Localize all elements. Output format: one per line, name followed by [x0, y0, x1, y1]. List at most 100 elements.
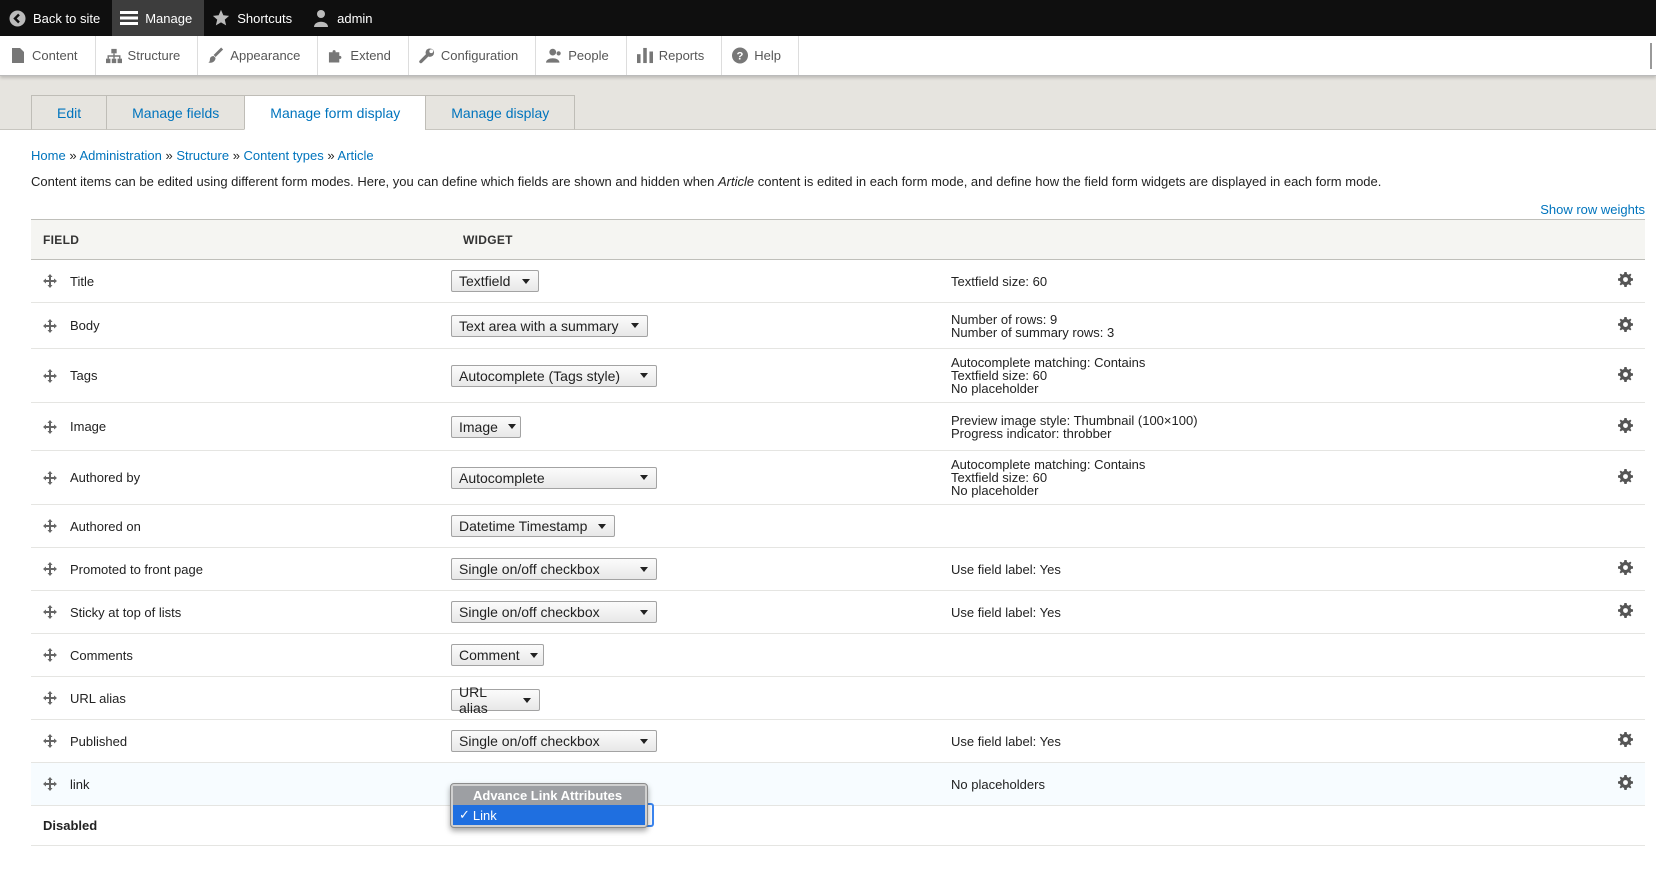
field-label: Authored on [70, 518, 141, 534]
breadcrumb-home[interactable]: Home [31, 148, 66, 163]
drag-handle-icon[interactable] [43, 368, 57, 383]
gear-icon[interactable] [1617, 316, 1633, 332]
shortcuts-tab[interactable]: Shortcuts [204, 0, 304, 36]
column-header-field: FIELD [31, 219, 451, 260]
widget-cell: Single on/off checkbox [451, 590, 951, 634]
tab-manage-fields[interactable]: Manage fields [106, 95, 246, 130]
chevron-down-icon [598, 523, 606, 529]
tray-orientation-handle[interactable] [1650, 36, 1656, 75]
tray-item-structure[interactable]: Structure [96, 36, 199, 75]
help-text-part: Content items can be edited using differ… [31, 174, 719, 189]
manage-tab[interactable]: Manage [112, 0, 205, 36]
field-label: Authored by [70, 470, 141, 485]
widget-summary-cell: Use field label: Yes [951, 719, 1605, 763]
drag-handle-icon[interactable] [43, 562, 57, 576]
widget-select[interactable]: Comment [451, 644, 544, 666]
breadcrumb-structure[interactable]: Structure [176, 148, 229, 163]
dropdown-option-label: Link [472, 807, 497, 823]
widget-select[interactable]: Text area with a summary [451, 314, 648, 337]
breadcrumb-content-types[interactable]: Content types [244, 148, 324, 163]
chevron-down-icon [640, 373, 648, 378]
table-row: Sticky at top of lists Single on/off chec… [31, 590, 1645, 634]
widget-summary-cell [951, 504, 1605, 548]
field-cell-inner: Authored on [43, 519, 451, 534]
widget-select[interactable]: Autocomplete [451, 466, 657, 489]
drag-handle-icon[interactable] [43, 648, 57, 662]
tab-manage-form-display[interactable]: Manage form display [244, 95, 427, 130]
settings-cell [1605, 450, 1645, 505]
gear-icon[interactable] [1617, 732, 1633, 747]
drag-handle-icon[interactable] [43, 318, 57, 333]
widget-summary-line: Progress indicator: throbber [951, 425, 1112, 441]
user-tab[interactable]: admin [304, 0, 384, 36]
tray-item-reports[interactable]: Reports [627, 36, 723, 75]
gear-icon[interactable] [1617, 366, 1633, 382]
tray-item-configuration[interactable]: Configuration [409, 36, 537, 75]
gear-icon[interactable] [1617, 560, 1633, 575]
widget-select[interactable]: Image [451, 415, 521, 438]
field-label: Sticky at top of lists [70, 604, 182, 620]
drag-handle-icon[interactable] [43, 519, 57, 533]
widget-summary-line: Preview image style: Thumbnail (100×100) [951, 412, 1198, 428]
widget-select-value: Comment [459, 647, 520, 663]
drag-handle-icon[interactable] [43, 605, 57, 619]
gear-icon[interactable] [1617, 272, 1633, 287]
drag-handle-icon[interactable] [43, 691, 57, 705]
tray-item-help[interactable]: ? Help [722, 36, 799, 75]
gear-icon[interactable] [1617, 417, 1633, 433]
tray-item-content[interactable]: Content [0, 36, 96, 75]
widget-select[interactable]: Single on/off checkbox [451, 730, 657, 752]
drag-handle-icon[interactable] [43, 734, 57, 748]
widget-select-value: Single on/off checkbox [459, 733, 600, 749]
chevron-down-icon [640, 566, 648, 572]
drag-handle-icon[interactable] [43, 470, 57, 485]
field-label: Promoted to front page [70, 561, 203, 577]
drag-handle-icon[interactable] [43, 419, 57, 434]
show-row-weights-link[interactable]: Show row weights [1540, 202, 1645, 217]
tray-item-people[interactable]: People [536, 36, 627, 75]
dropdown-option-link[interactable]: ✓ Link [453, 805, 645, 825]
dropdown-option-advance-link-attributes[interactable]: Advance Link Attributes [453, 786, 645, 805]
widget-select-value: Single on/off checkbox [459, 604, 600, 620]
field-cell: Authored by [31, 450, 451, 505]
breadcrumb-administration[interactable]: Administration [79, 148, 161, 163]
widget-summary-cell [951, 676, 1605, 720]
widget-select[interactable]: Single on/off checkbox [451, 558, 657, 580]
back-to-site-link[interactable]: Back to site [0, 0, 112, 36]
field-label: Tags [70, 368, 98, 383]
widget-select[interactable]: Textfield [451, 270, 539, 292]
gear-icon[interactable] [1617, 468, 1633, 484]
field-cell-inner: Tags [43, 368, 451, 383]
tray-item-label: Appearance [230, 48, 301, 63]
row-weights-toggle-wrapper: Show row weights [31, 202, 1645, 219]
tray-item-appearance[interactable]: Appearance [198, 36, 319, 75]
widget-summary-line: Textfield size: 60 [951, 273, 1048, 289]
tray-item-extend[interactable]: Extend [318, 36, 409, 75]
table-row: Tags Autocomplete (Tags style) Autocomplet… [31, 348, 1645, 403]
drag-handle-icon[interactable] [43, 777, 57, 791]
checkmark-icon: ✓ [459, 807, 470, 822]
widget-select[interactable]: Single on/off checkbox [451, 601, 657, 623]
tab-manage-display[interactable]: Manage display [425, 95, 576, 130]
drag-handle-icon[interactable] [43, 274, 57, 288]
field-label: URL alias [70, 690, 126, 706]
settings-cell [1605, 402, 1645, 451]
widget-cell: URL alias [451, 676, 951, 720]
tab-edit[interactable]: Edit [31, 95, 108, 130]
table-row: Promoted to front page Single on/off chec… [31, 547, 1645, 591]
gear-icon[interactable] [1617, 775, 1633, 790]
tray-item-label: Content [32, 48, 78, 63]
field-label: Comments [70, 647, 133, 663]
breadcrumb-article[interactable]: Article [338, 148, 374, 163]
widget-select[interactable]: Autocomplete (Tags style) [451, 364, 657, 387]
gear-icon[interactable] [1617, 603, 1633, 618]
help-text-emphasis: Article [718, 174, 755, 189]
field-label: Published [70, 733, 128, 749]
field-cell: URL alias [31, 676, 451, 720]
chevron-down-icon [507, 424, 516, 429]
widget-select[interactable]: Datetime Timestamp [451, 515, 615, 537]
widget-select[interactable]: URL alias [451, 684, 540, 716]
settings-cell [1605, 590, 1645, 634]
widget-summary-cell: Number of rows: 9 Number of summary rows:… [951, 302, 1605, 349]
breadcrumb-separator: » [165, 148, 173, 163]
